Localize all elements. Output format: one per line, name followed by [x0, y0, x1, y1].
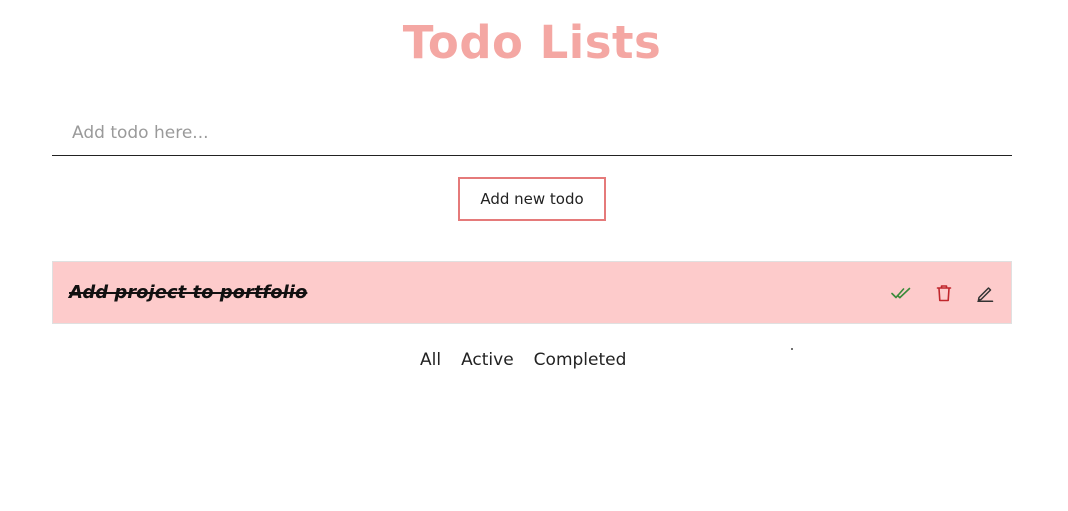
todo-list-item: Add project to portfolio [52, 261, 1012, 324]
add-todo-button[interactable]: Add new todo [458, 177, 606, 221]
todo-item-text[interactable]: Add project to portfolio [69, 262, 307, 323]
filter-bar: All Active Completed [420, 347, 626, 373]
trash-icon[interactable] [933, 282, 955, 304]
todo-input[interactable] [52, 110, 1012, 156]
filter-all[interactable]: All [420, 347, 441, 373]
stray-dot [791, 348, 793, 350]
pencil-icon[interactable] [974, 282, 996, 304]
double-check-icon[interactable] [891, 282, 913, 304]
todo-app: Todo Lists Add new todo Add project to p… [0, 0, 1068, 511]
filter-active[interactable]: Active [461, 347, 514, 373]
filter-completed[interactable]: Completed [534, 347, 627, 373]
page-title: Todo Lists [402, 16, 662, 69]
